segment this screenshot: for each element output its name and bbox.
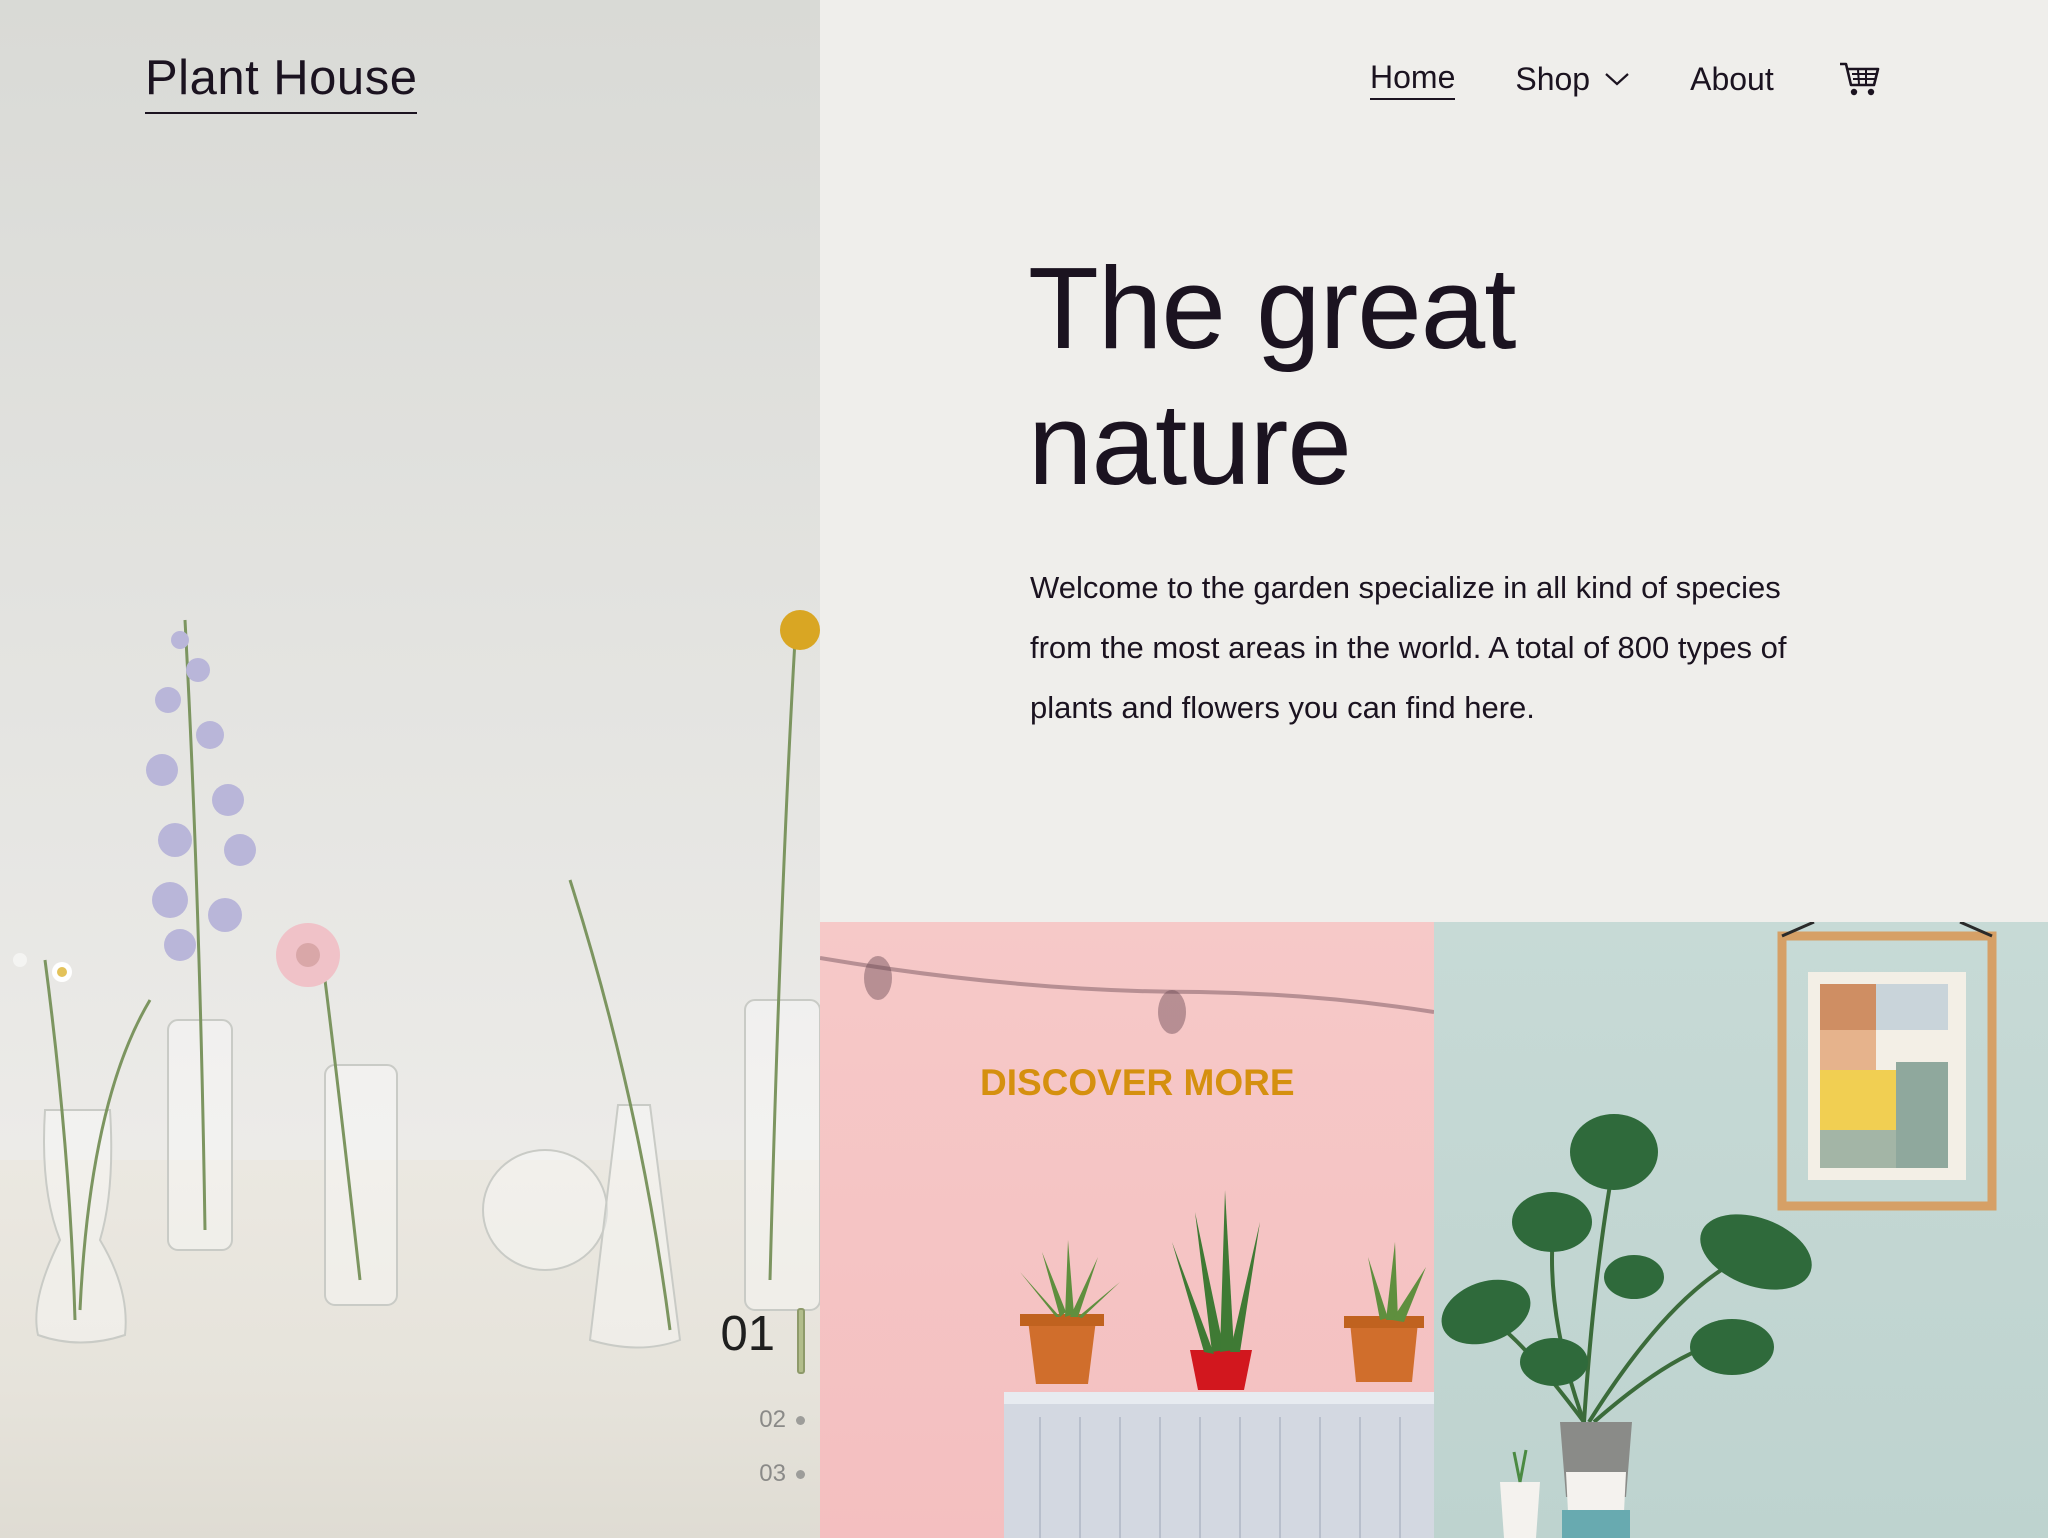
slide-current-indicator [797,1308,805,1374]
nav-item-about[interactable]: About [1690,60,1774,98]
potted-plants-illustration [820,956,1434,1538]
slide-item-03[interactable]: 03 [759,1460,805,1488]
hero-description: Welcome to the garden specialize in all … [1030,570,1787,725]
cart-icon[interactable] [1838,60,1880,98]
slide-number: 02 [759,1406,786,1433]
monstera-frame-illustration [1441,922,1997,1538]
plant-frame-tile[interactable] [1434,922,2048,1538]
nav-item-label: Shop [1515,61,1591,97]
slide-number: 03 [759,1460,786,1487]
slide-current-number: 01 [720,1307,775,1361]
brand-logo[interactable]: Plant House [145,51,418,114]
slide-item-02[interactable]: 02 [759,1406,805,1434]
chevron-down-icon [1605,73,1629,86]
hero-title-line2: nature [1028,379,1352,509]
hero-title-line1: The great [1028,243,1517,373]
discover-more-link[interactable]: DISCOVER MORE [980,1062,1295,1104]
dot-icon [796,1469,805,1479]
hero-title: The great nature [1028,240,1728,512]
hero-image: Plant House 01 02 03 [0,0,820,1538]
dot-icon [796,1415,805,1425]
discover-tile[interactable]: DISCOVER MORE [820,922,1434,1538]
main-nav: Home Shop About [1370,58,1880,101]
flower-vases-illustration [13,610,820,1349]
nav-item-shop[interactable]: Shop [1515,60,1630,98]
nav-item-home[interactable]: Home [1370,58,1456,101]
